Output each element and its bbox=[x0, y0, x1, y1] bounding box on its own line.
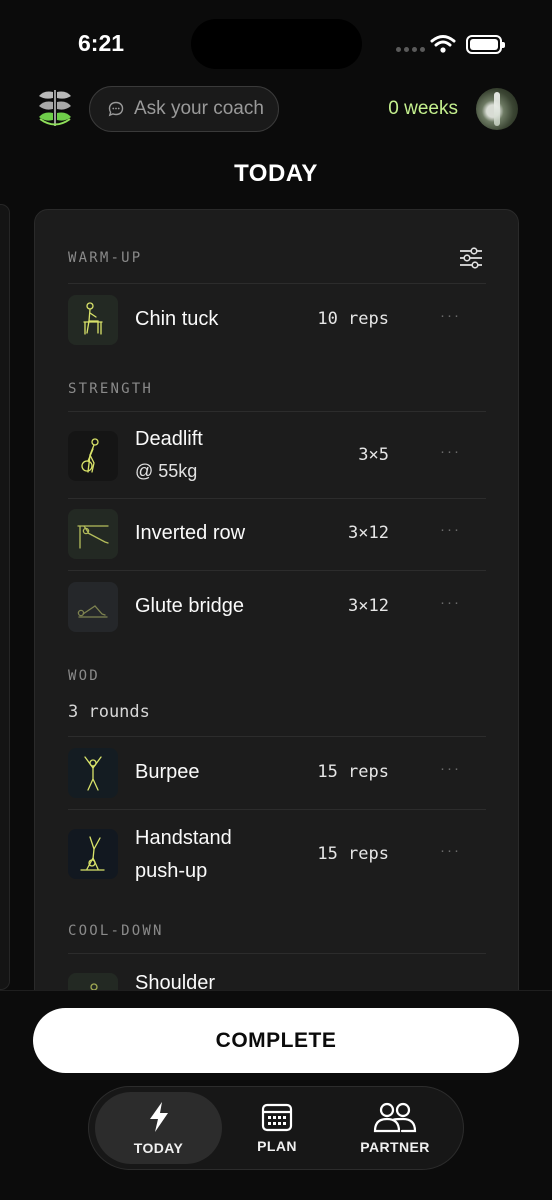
exercise-name: Deadlift bbox=[135, 428, 203, 450]
section-label-wod: WOD bbox=[68, 668, 100, 684]
app-logo[interactable] bbox=[36, 86, 74, 130]
status-time: 6:21 bbox=[78, 30, 125, 56]
exercise-row-inverted-row[interactable]: Inverted row 3×12 ··· bbox=[68, 509, 486, 559]
wod-rounds: 3 rounds bbox=[68, 702, 150, 722]
adjust-sliders-icon[interactable] bbox=[459, 247, 483, 269]
handstand-figure-icon bbox=[68, 829, 118, 879]
divider bbox=[68, 498, 486, 499]
exercise-quantity: 3×5 bbox=[358, 445, 389, 465]
page-title: TODAY bbox=[234, 160, 318, 187]
tab-today[interactable]: TODAY bbox=[95, 1092, 222, 1164]
exercise-name: Chin tuck bbox=[135, 308, 219, 330]
tab-label: PLAN bbox=[257, 1138, 297, 1154]
burpee-figure-icon bbox=[68, 748, 118, 798]
people-icon bbox=[373, 1102, 417, 1133]
exercise-row-glute-bridge[interactable]: Glute bridge 3×12 ··· bbox=[68, 582, 486, 632]
exercise-quantity: 10 reps bbox=[317, 309, 389, 329]
more-options-icon[interactable]: ··· bbox=[440, 521, 461, 538]
avatar[interactable] bbox=[476, 88, 518, 130]
exercise-quantity: 3×12 bbox=[348, 523, 389, 543]
weeks-counter[interactable]: 0 weeks bbox=[388, 98, 458, 120]
exercise-name: Handstand bbox=[135, 827, 232, 849]
previous-card-peek[interactable] bbox=[0, 204, 10, 990]
more-options-icon[interactable]: ··· bbox=[440, 760, 461, 777]
exercise-quantity: 3×12 bbox=[348, 596, 389, 616]
glute-bridge-figure-icon bbox=[68, 582, 118, 632]
divider bbox=[68, 736, 486, 737]
lightning-icon bbox=[149, 1102, 168, 1132]
divider bbox=[68, 953, 486, 954]
more-options-icon[interactable]: ··· bbox=[440, 594, 461, 611]
chin-tuck-figure-icon bbox=[68, 295, 118, 345]
exercise-name: Burpee bbox=[135, 761, 200, 783]
divider bbox=[68, 570, 486, 571]
tab-plan[interactable]: PLAN bbox=[229, 1092, 325, 1164]
more-options-icon[interactable]: ··· bbox=[440, 443, 461, 460]
ask-coach-label: Ask your coach bbox=[134, 98, 264, 119]
tab-label: PARTNER bbox=[360, 1139, 430, 1155]
section-label-warmup: WARM-UP bbox=[68, 250, 143, 266]
wifi-icon bbox=[430, 35, 456, 53]
dynamic-island bbox=[191, 19, 362, 69]
exercise-row-chin-tuck[interactable]: Chin tuck 10 reps ··· bbox=[68, 295, 486, 345]
tab-label: TODAY bbox=[133, 1140, 184, 1156]
workout-card: WARM-UP Chin tuck 10 reps ··· STRENGTH D… bbox=[34, 209, 519, 1009]
signal-icon bbox=[396, 47, 425, 52]
battery-icon bbox=[466, 35, 505, 54]
complete-button[interactable]: COMPLETE bbox=[33, 1008, 519, 1073]
exercise-name-line2: push-up bbox=[135, 860, 208, 882]
exercise-load: @ 55kg bbox=[135, 461, 198, 481]
divider bbox=[68, 411, 486, 412]
exercise-quantity: 15 reps bbox=[317, 762, 389, 782]
ask-coach-button[interactable]: Ask your coach bbox=[89, 86, 279, 132]
more-options-icon[interactable]: ··· bbox=[440, 307, 461, 324]
deadlift-figure-icon bbox=[68, 431, 118, 481]
more-options-icon[interactable]: ··· bbox=[440, 842, 461, 859]
exercise-name: Inverted row bbox=[135, 522, 246, 544]
tab-partner[interactable]: PARTNER bbox=[339, 1092, 451, 1164]
section-label-strength: STRENGTH bbox=[68, 381, 154, 397]
exercise-row-deadlift[interactable]: Deadlift @ 55kg 3×5 ··· bbox=[68, 423, 486, 495]
exercise-quantity: 15 reps bbox=[317, 844, 389, 864]
divider bbox=[68, 283, 486, 284]
chat-bubble-icon bbox=[108, 101, 124, 117]
section-label-cooldown: COOL-DOWN bbox=[68, 923, 164, 939]
calendar-icon bbox=[261, 1103, 293, 1132]
tab-bar: TODAY PLAN PARTNER bbox=[88, 1086, 464, 1170]
exercise-row-handstand-push-up[interactable]: Handstand push-up 15 reps ··· bbox=[68, 822, 486, 894]
exercise-name: Glute bridge bbox=[135, 595, 244, 617]
divider bbox=[68, 809, 486, 810]
exercise-row-burpee[interactable]: Burpee 15 reps ··· bbox=[68, 748, 486, 798]
inverted-row-figure-icon bbox=[68, 509, 118, 559]
